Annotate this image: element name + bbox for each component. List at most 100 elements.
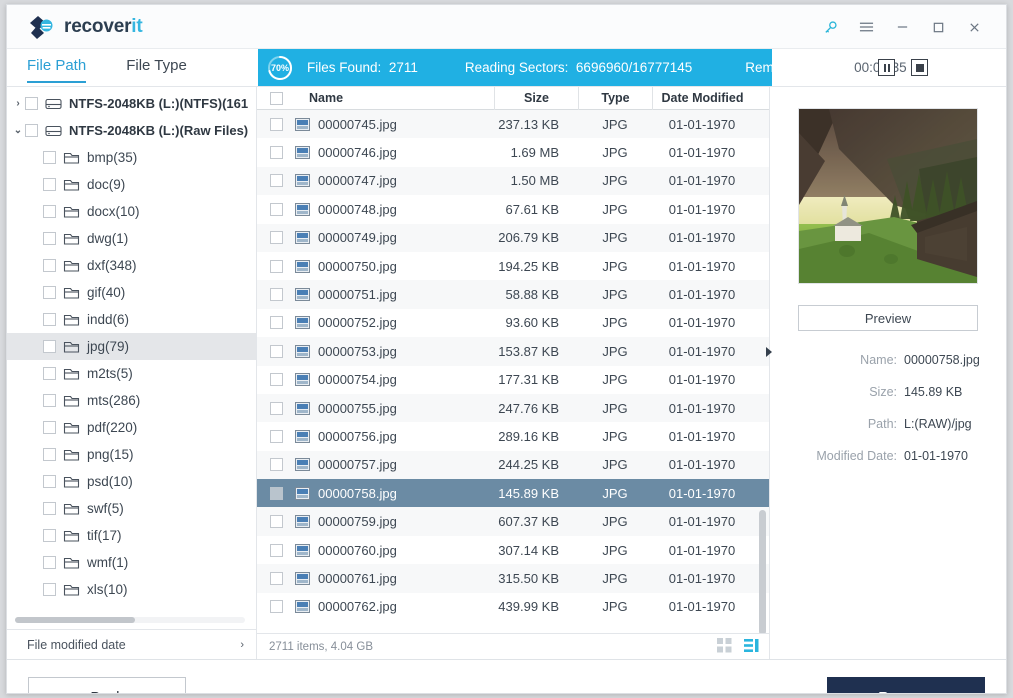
- row-checkbox[interactable]: [269, 458, 283, 472]
- row-checkbox[interactable]: [269, 117, 283, 131]
- table-row[interactable]: 00000758.jpg 145.89 KB JPG 01-01-1970: [257, 479, 769, 508]
- maximize-icon[interactable]: [920, 12, 956, 42]
- row-checkbox[interactable]: [269, 600, 283, 614]
- tree-item-dxf[interactable]: dxf(348): [7, 252, 256, 279]
- row-checkbox[interactable]: [269, 288, 283, 302]
- tree-item-docx[interactable]: docx(10): [7, 198, 256, 225]
- row-checkbox[interactable]: [269, 316, 283, 330]
- row-checkbox[interactable]: [269, 344, 283, 358]
- file-modified-date-filter[interactable]: File modified date ›: [7, 629, 256, 659]
- pause-scan-button[interactable]: [878, 59, 895, 76]
- table-row[interactable]: 00000749.jpg 206.79 KB JPG 01-01-1970: [257, 223, 769, 252]
- tree-item-checkbox[interactable]: [43, 448, 56, 461]
- tree-item-checkbox[interactable]: [43, 583, 56, 596]
- table-row[interactable]: 00000754.jpg 177.31 KB JPG 01-01-1970: [257, 366, 769, 394]
- file-list-scrollbar[interactable]: [759, 110, 766, 633]
- tree-item-checkbox[interactable]: [43, 340, 56, 353]
- tree-item-swf[interactable]: swf(5): [7, 495, 256, 522]
- row-checkbox[interactable]: [269, 174, 283, 188]
- tree-item-checkbox[interactable]: [43, 205, 56, 218]
- select-all-checkbox[interactable]: [269, 91, 283, 105]
- tree-item-xls[interactable]: xls(10): [7, 576, 256, 603]
- grid-view-icon[interactable]: [717, 637, 732, 656]
- menu-icon[interactable]: [848, 12, 884, 42]
- chevron-down-icon[interactable]: ⌄: [7, 125, 25, 136]
- tree-item-dwg[interactable]: dwg(1): [7, 225, 256, 252]
- tree-item-checkbox[interactable]: [43, 232, 56, 245]
- row-checkbox[interactable]: [269, 146, 283, 160]
- table-row[interactable]: 00000746.jpg 1.69 MB JPG 01-01-1970: [257, 138, 769, 166]
- tree-item-checkbox[interactable]: [43, 151, 56, 164]
- column-header-name[interactable]: Name: [295, 87, 494, 110]
- row-checkbox[interactable]: [269, 571, 283, 585]
- tree-item-checkbox[interactable]: [43, 394, 56, 407]
- tree-item-mts[interactable]: mts(286): [7, 387, 256, 414]
- tree-item-checkbox[interactable]: [43, 529, 56, 542]
- stop-scan-button[interactable]: [911, 59, 928, 76]
- table-row[interactable]: 00000759.jpg 607.37 KB JPG 01-01-1970: [257, 507, 769, 536]
- list-view-icon[interactable]: [744, 638, 759, 656]
- tree-item-checkbox[interactable]: [43, 178, 56, 191]
- table-row[interactable]: 00000747.jpg 1.50 MB JPG 01-01-1970: [257, 166, 769, 196]
- tree-item-checkbox[interactable]: [43, 367, 56, 380]
- table-row[interactable]: 00000757.jpg 244.25 KB JPG 01-01-1970: [257, 450, 769, 480]
- column-header-size[interactable]: Size: [494, 86, 578, 110]
- tree-root-checkbox[interactable]: [25, 97, 38, 110]
- table-row[interactable]: 00000748.jpg 67.61 KB JPG 01-01-1970: [257, 195, 769, 223]
- row-checkbox[interactable]: [269, 486, 283, 500]
- close-icon[interactable]: [956, 12, 992, 42]
- back-button[interactable]: Back: [28, 677, 186, 693]
- tree-root-ntfs[interactable]: › NTFS-2048KB (L:)(NTFS)(161: [7, 90, 256, 117]
- tree-item-checkbox[interactable]: [43, 421, 56, 434]
- tree-item-indd[interactable]: indd(6): [7, 306, 256, 333]
- row-checkbox[interactable]: [269, 373, 283, 387]
- chevron-right-icon[interactable]: ›: [7, 98, 25, 109]
- tree-item-wmf[interactable]: wmf(1): [7, 549, 256, 576]
- preview-thumbnail[interactable]: [798, 108, 978, 284]
- tree-item-bmp[interactable]: bmp(35): [7, 144, 256, 171]
- minimize-icon[interactable]: [884, 12, 920, 42]
- preview-button[interactable]: Preview: [798, 305, 978, 331]
- tree-item-checkbox[interactable]: [43, 313, 56, 326]
- row-checkbox[interactable]: [269, 259, 283, 273]
- row-checkbox[interactable]: [269, 543, 283, 557]
- tree-item-jpg[interactable]: jpg(79): [7, 333, 256, 360]
- tree-item-mts[interactable]: m2ts(5): [7, 360, 256, 387]
- column-header-type[interactable]: Type: [578, 86, 652, 110]
- tree-item-psd[interactable]: psd(10): [7, 468, 256, 495]
- row-checkbox[interactable]: [269, 429, 283, 443]
- tree-root-raw-files[interactable]: ⌄ NTFS-2048KB (L:)(Raw Files): [7, 117, 256, 144]
- tree-item-checkbox[interactable]: [43, 556, 56, 569]
- sidebar-horizontal-scrollbar[interactable]: [15, 617, 245, 623]
- table-row[interactable]: 00000750.jpg 194.25 KB JPG 01-01-1970: [257, 252, 769, 280]
- panel-collapse-handle[interactable]: [764, 345, 774, 359]
- tree-item-checkbox[interactable]: [43, 259, 56, 272]
- table-row[interactable]: 00000755.jpg 247.76 KB JPG 01-01-1970: [257, 393, 769, 423]
- tree-item-checkbox[interactable]: [43, 286, 56, 299]
- recover-button[interactable]: Recover: [827, 677, 985, 693]
- table-row[interactable]: 00000745.jpg 237.13 KB JPG 01-01-1970: [257, 110, 769, 139]
- row-checkbox[interactable]: [269, 231, 283, 245]
- tab-file-type[interactable]: File Type: [106, 49, 207, 83]
- tree-item-tif[interactable]: tif(17): [7, 522, 256, 549]
- table-row[interactable]: 00000753.jpg 153.87 KB JPG 01-01-1970: [257, 337, 769, 366]
- row-checkbox[interactable]: [269, 401, 283, 415]
- tree-item-doc[interactable]: doc(9): [7, 171, 256, 198]
- tree-item-checkbox[interactable]: [43, 475, 56, 488]
- row-checkbox[interactable]: [269, 515, 283, 529]
- table-row[interactable]: 00000762.jpg 439.99 KB JPG 01-01-1970: [257, 593, 769, 621]
- table-row[interactable]: 00000752.jpg 93.60 KB JPG 01-01-1970: [257, 309, 769, 337]
- tree-item-checkbox[interactable]: [43, 502, 56, 515]
- column-header-date-modified[interactable]: Date Modified: [652, 86, 752, 110]
- table-row[interactable]: 00000756.jpg 289.16 KB JPG 01-01-1970: [257, 422, 769, 450]
- table-row[interactable]: 00000760.jpg 307.14 KB JPG 01-01-1970: [257, 536, 769, 564]
- table-row[interactable]: 00000761.jpg 315.50 KB JPG 01-01-1970: [257, 564, 769, 593]
- table-row[interactable]: 00000751.jpg 58.88 KB JPG 01-01-1970: [257, 280, 769, 309]
- tree-item-gif[interactable]: gif(40): [7, 279, 256, 306]
- key-icon[interactable]: [812, 12, 848, 42]
- tree-item-png[interactable]: png(15): [7, 441, 256, 468]
- tree-root-raw-checkbox[interactable]: [25, 124, 38, 137]
- row-checkbox[interactable]: [269, 202, 283, 216]
- tree-item-pdf[interactable]: pdf(220): [7, 414, 256, 441]
- tab-file-path[interactable]: File Path: [7, 49, 106, 83]
